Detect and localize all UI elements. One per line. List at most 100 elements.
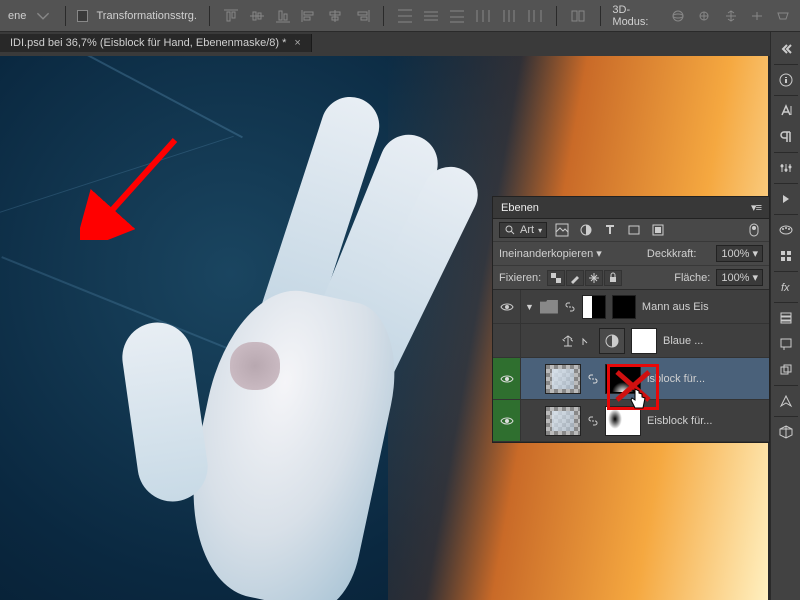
character-panel-icon[interactable] [772, 98, 800, 124]
document-tab-bar: IDI.psd bei 36,7% (Eisblock für Hand, Eb… [0, 32, 800, 54]
auto-align-icon[interactable] [569, 7, 587, 25]
group-mask-thumbnail[interactable] [582, 295, 606, 319]
roll-3d-icon[interactable] [695, 7, 713, 25]
layer-mask-thumbnail[interactable] [605, 406, 641, 436]
paragraph-panel-icon[interactable] [772, 124, 800, 150]
close-icon[interactable]: × [294, 37, 300, 49]
layer-name[interactable]: Mann aus Eis [642, 301, 769, 313]
align-right-icon[interactable] [353, 7, 371, 25]
opacity-input[interactable]: 100%▾ [716, 245, 763, 262]
adjustment-layer-row[interactable]: Blaue ... [493, 324, 769, 358]
opacity-label: Deckkraft: [647, 248, 697, 260]
lock-label: Fixieren: [499, 272, 541, 284]
slide-3d-icon[interactable] [748, 7, 766, 25]
align-hcenter-icon[interactable] [326, 7, 344, 25]
panel-tab-bar: Ebenen ▾≡ [493, 197, 769, 219]
layer-name[interactable]: Eisblock für... [647, 415, 769, 427]
adjustment-mask-thumbnail[interactable] [631, 328, 657, 354]
right-panel-rail: fx [770, 32, 800, 600]
mode-3d-label: 3D-Modus: [612, 4, 661, 28]
document-tab[interactable]: IDI.psd bei 36,7% (Eisblock für Hand, Eb… [0, 34, 312, 52]
layer-filter-row: Art ▾ [493, 219, 769, 242]
clip-icon [581, 335, 593, 347]
lock-position-icon[interactable] [585, 270, 603, 286]
clone-source-panel-icon[interactable] [772, 357, 800, 383]
options-bar: ene Transformationsstrg. 3D-Modus: [0, 0, 800, 32]
fill-input[interactable]: 100%▾ [716, 269, 763, 286]
lock-all-icon[interactable] [604, 270, 622, 286]
document-tab-title: IDI.psd bei 36,7% (Eisblock für Hand, Eb… [10, 37, 286, 49]
visibility-toggle[interactable] [493, 400, 521, 441]
zoom-3d-icon[interactable] [774, 7, 792, 25]
adjustment-thumbnail[interactable] [599, 328, 625, 354]
swatches-panel-icon[interactable] [772, 243, 800, 269]
visibility-toggle[interactable] [493, 290, 521, 323]
adjustments-panel-icon[interactable] [772, 155, 800, 181]
transform-controls-checkbox[interactable] [77, 10, 88, 22]
align-bottom-icon[interactable] [274, 7, 292, 25]
panel-menu-icon[interactable]: ▾≡ [751, 201, 761, 214]
layer-group-row[interactable]: ▼ Mann aus Eis [493, 290, 769, 324]
visibility-toggle[interactable] [493, 324, 521, 357]
link-icon [587, 415, 599, 427]
distribute-top-icon[interactable] [396, 7, 414, 25]
history-panel-icon[interactable] [772, 305, 800, 331]
layer-name[interactable]: Blaue ... [663, 335, 769, 347]
layers-panel: Ebenen ▾≡ Art ▾ Ineinanderkopieren ▾ Dec… [492, 196, 770, 443]
link-icon [587, 373, 599, 385]
divider [65, 6, 66, 26]
3d-panel-icon[interactable] [772, 419, 800, 445]
layer-name[interactable]: isblock für... [647, 373, 769, 385]
align-top-icon[interactable] [222, 7, 240, 25]
align-vcenter-icon[interactable] [248, 7, 266, 25]
navigator-panel-icon[interactable] [772, 388, 800, 414]
filter-smart-icon[interactable] [649, 222, 667, 238]
filter-adjustment-icon[interactable] [577, 222, 595, 238]
layer-row-selected[interactable]: isblock für... [493, 358, 769, 400]
distribute-left-icon[interactable] [474, 7, 492, 25]
info-panel-icon[interactable] [772, 67, 800, 93]
distribute-bottom-icon[interactable] [448, 7, 466, 25]
pan-3d-icon[interactable] [722, 7, 740, 25]
distribute-right-icon[interactable] [526, 7, 544, 25]
orbit-3d-icon[interactable] [669, 7, 687, 25]
layer-thumbnail[interactable] [545, 364, 581, 394]
blend-opacity-row: Ineinanderkopieren ▾ Deckkraft: 100%▾ [493, 242, 769, 266]
actions-panel-icon[interactable] [772, 186, 800, 212]
blend-mode-dropdown[interactable]: Ineinanderkopieren ▾ [499, 247, 627, 260]
lock-transparency-icon[interactable] [547, 270, 565, 286]
distribute-hcenter-icon[interactable] [500, 7, 518, 25]
group-collapse-icon[interactable]: ▼ [525, 302, 534, 312]
filter-type-label: Art [520, 224, 534, 236]
svg-text:fx: fx [781, 282, 790, 294]
filter-pixel-icon[interactable] [553, 222, 571, 238]
options-dropdown[interactable] [34, 7, 52, 25]
layer-row[interactable]: Eisblock für... [493, 400, 769, 442]
link-icon [564, 301, 576, 313]
filter-type-text-icon[interactable] [601, 222, 619, 238]
annotation-arrow [80, 130, 190, 243]
filter-type-dropdown[interactable]: Art ▾ [499, 222, 547, 238]
color-panel-icon[interactable] [772, 217, 800, 243]
filter-shape-icon[interactable] [625, 222, 643, 238]
transform-controls-label: Transformationsstrg. [96, 10, 196, 22]
options-label-truncated: ene [8, 10, 26, 22]
rail-expand-icon[interactable] [772, 36, 800, 62]
align-left-icon[interactable] [300, 7, 318, 25]
notes-panel-icon[interactable] [772, 331, 800, 357]
group-mask-thumbnail-2[interactable] [612, 295, 636, 319]
layer-mask-thumbnail[interactable] [605, 364, 641, 394]
lock-pixels-icon[interactable] [566, 270, 584, 286]
visibility-toggle[interactable] [493, 358, 521, 399]
divider [209, 6, 210, 26]
distribute-vcenter-icon[interactable] [422, 7, 440, 25]
filter-toggle-switch[interactable] [745, 222, 763, 238]
balance-icon [561, 334, 575, 348]
folder-icon [540, 300, 558, 314]
lock-fill-row: Fixieren: Fläche: 100%▾ [493, 266, 769, 290]
layer-thumbnail[interactable] [545, 406, 581, 436]
layers-tab[interactable]: Ebenen [501, 202, 539, 214]
styles-panel-icon[interactable]: fx [772, 274, 800, 300]
divider [556, 6, 557, 26]
layer-list: ▼ Mann aus Eis Blaue ... [493, 290, 769, 442]
